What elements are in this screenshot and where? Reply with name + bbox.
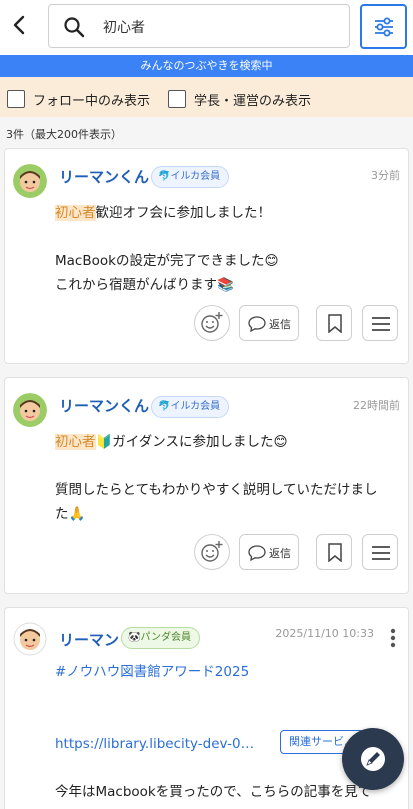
post-line: 🔰ガイダンスに参加しました😊	[95, 434, 288, 450]
back-button[interactable]	[12, 14, 36, 40]
filter-bar: フォロー中のみ表示 学長・運営のみ表示	[0, 77, 413, 117]
compose-pen-icon	[361, 747, 385, 771]
reply-label: 返信	[269, 318, 291, 331]
badge-label: イルカ会員	[170, 171, 221, 182]
follow-only-label[interactable]: フォロー中のみ表示	[33, 90, 150, 109]
post-actions: 返信	[194, 305, 404, 343]
member-badge: 🐬イルカ会員	[151, 396, 230, 418]
speech-bubble-icon	[248, 545, 266, 561]
post-time: 3分前	[371, 169, 400, 182]
search-mode-banner: みんなのつぶやきを検索中	[0, 55, 413, 77]
search-value: 初心者	[103, 20, 145, 36]
username[interactable]: リーマンくん	[59, 395, 149, 416]
reply-label: 返信	[269, 547, 291, 560]
bookmark-button[interactable]	[316, 305, 352, 341]
post-line: 今年はMacbookを買ったので、こちらの記事を見て	[55, 784, 372, 800]
staff-only-checkbox[interactable]	[168, 90, 186, 108]
post-line: 質問したらとてもわかりやすく説明していただけまし	[55, 482, 378, 498]
post-body: 初心者歓迎オフ会に参加しました！ MacBookの設定が完了できました😊 これか…	[55, 201, 405, 297]
post-card: リーマンくん 🐬イルカ会員 3分前 初心者歓迎オフ会に参加しました！ MacBo…	[4, 148, 409, 364]
back-arrow-icon	[13, 15, 25, 35]
post-line: た🙏	[55, 506, 86, 522]
member-badge: 🐼パンダ会員	[121, 627, 200, 649]
follow-only-checkbox[interactable]	[7, 90, 25, 108]
speech-bubble-icon	[248, 316, 266, 332]
username[interactable]: リーマン	[59, 629, 119, 650]
search-input[interactable]: 初心者	[48, 4, 350, 48]
post-time: 2025/11/10 10:33	[275, 627, 374, 640]
reaction-button[interactable]	[194, 305, 230, 341]
post-line: これから宿題がんばります📚	[55, 277, 234, 293]
bookmark-icon	[328, 314, 342, 333]
menu-button[interactable]	[362, 534, 398, 570]
menu-button[interactable]	[362, 305, 398, 341]
reply-button[interactable]: 返信	[239, 534, 299, 570]
member-badge: 🐬イルカ会員	[151, 166, 230, 188]
post-card: リーマンくん 🐬イルカ会員 22時間前 初心者🔰ガイダンスに参加しました😊 質問…	[4, 377, 409, 594]
search-icon	[64, 17, 85, 38]
post-line: MacBookの設定が完了できました😊	[55, 253, 279, 269]
bookmark-icon	[328, 543, 342, 562]
avatar[interactable]	[13, 393, 47, 427]
add-reaction-icon	[201, 312, 223, 333]
badge-label: イルカ会員	[170, 401, 221, 412]
header: 初心者	[0, 0, 413, 55]
badge-label: パンダ会員	[140, 632, 191, 643]
search-highlight: 初心者	[55, 205, 96, 221]
avatar[interactable]	[13, 164, 47, 198]
post-line: 歓迎オフ会に参加しました！	[95, 205, 272, 221]
avatar[interactable]	[13, 622, 47, 656]
post-actions: 返信	[194, 534, 404, 572]
url-link[interactable]: https://library.libecity-dev-0…	[55, 736, 254, 752]
add-reaction-icon	[201, 541, 223, 562]
compose-post-button[interactable]	[342, 728, 404, 790]
more-options-icon[interactable]	[390, 628, 396, 648]
hashtag-link[interactable]: #ノウハウ図書館アワード2025	[55, 660, 405, 684]
result-count: 3件（最大200件表示）	[6, 128, 122, 141]
username[interactable]: リーマンくん	[59, 166, 149, 187]
reaction-button[interactable]	[194, 534, 230, 570]
reply-button[interactable]: 返信	[239, 305, 299, 341]
hamburger-menu-icon	[372, 546, 390, 560]
bookmark-button[interactable]	[316, 534, 352, 570]
filter-settings-button[interactable]	[360, 4, 407, 49]
filter-sliders-icon	[375, 17, 393, 37]
post-time: 22時間前	[353, 399, 400, 412]
staff-only-label[interactable]: 学長・運営のみ表示	[194, 90, 311, 109]
search-highlight: 初心者	[55, 434, 96, 450]
hamburger-menu-icon	[372, 317, 390, 331]
post-body: 初心者🔰ガイダンスに参加しました😊 質問したらとてもわかりやすく説明していただけ…	[55, 430, 405, 526]
